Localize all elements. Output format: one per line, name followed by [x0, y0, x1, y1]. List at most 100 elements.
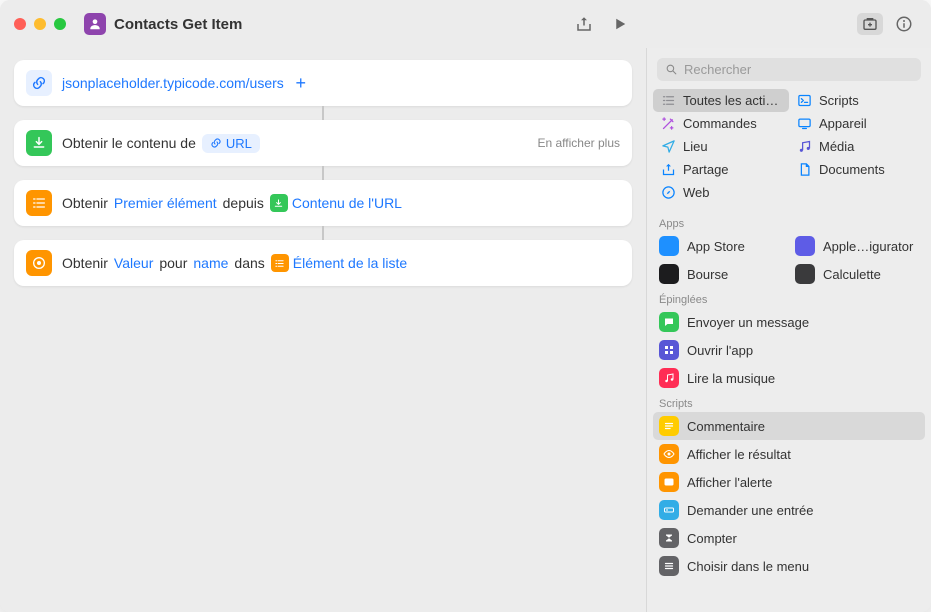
target-icon — [26, 250, 52, 276]
list-item-pill[interactable]: Élément de la liste — [271, 254, 407, 272]
action-url[interactable]: jsonplaceholder.typicode.com/users + — [14, 60, 632, 106]
in-label: dans — [234, 255, 264, 271]
item-label: Choisir dans le menu — [687, 559, 809, 574]
library-item[interactable]: Apple…igurator — [789, 232, 925, 260]
item-label: Demander une entrée — [687, 503, 813, 518]
connector — [322, 226, 324, 240]
list-icon — [26, 190, 52, 216]
category-label: Web — [683, 185, 710, 200]
item-label: App Store — [687, 239, 745, 254]
item-label: Ouvrir l'app — [687, 343, 753, 358]
from-label: depuis — [223, 195, 264, 211]
action-label: Obtenir — [62, 195, 108, 211]
app-icon — [659, 368, 679, 388]
category-documents[interactable]: Documents — [789, 158, 925, 181]
library-item[interactable]: Bourse — [653, 260, 789, 288]
connector — [322, 166, 324, 180]
category-label: Partage — [683, 162, 729, 177]
safari-icon — [661, 185, 676, 200]
list-icon — [661, 93, 676, 108]
library-item[interactable]: Calculette — [789, 260, 925, 288]
device-icon — [797, 116, 812, 131]
search-input[interactable] — [684, 62, 913, 77]
library-item[interactable]: Ouvrir l'app — [653, 336, 925, 364]
category-partage[interactable]: Partage — [653, 158, 789, 181]
category-toutes-les-acti-[interactable]: Toutes les acti… — [653, 89, 789, 112]
url-value[interactable]: jsonplaceholder.typicode.com/users — [62, 75, 284, 91]
item-label: Bourse — [687, 267, 728, 282]
minimize-window-button[interactable] — [34, 18, 46, 30]
location-icon — [661, 139, 676, 154]
list-icon — [271, 254, 289, 272]
library-item[interactable]: Compter — [653, 524, 925, 552]
category-label: Média — [819, 139, 854, 154]
category-lieu[interactable]: Lieu — [653, 135, 789, 158]
source-pill[interactable]: Contenu de l'URL — [270, 194, 402, 212]
library-add-button[interactable] — [857, 13, 883, 35]
action-label: Obtenir le contenu de — [62, 135, 196, 151]
section-scripts-label: Scripts — [647, 392, 931, 412]
app-icon — [659, 340, 679, 360]
library-item[interactable]: Envoyer un message — [653, 308, 925, 336]
share-icon — [661, 162, 676, 177]
action-label: Obtenir — [62, 255, 108, 271]
for-label: pour — [159, 255, 187, 271]
category-scripts[interactable]: Scripts — [789, 89, 925, 112]
category-label: Documents — [819, 162, 885, 177]
category-web[interactable]: Web — [653, 181, 789, 204]
library-item[interactable]: App Store — [653, 232, 789, 260]
app-icon — [659, 472, 679, 492]
action-get-value[interactable]: Obtenir Valeur pour name dans Élément de… — [14, 240, 632, 286]
wand-icon — [661, 116, 676, 131]
value-param[interactable]: Valeur — [114, 255, 153, 271]
close-window-button[interactable] — [14, 18, 26, 30]
app-icon — [659, 416, 679, 436]
app-window: Contacts Get Item jsonplaceholder.typico… — [0, 0, 931, 612]
category-grid: Toutes les acti… Scripts Commandes Appareil… — [647, 87, 931, 212]
link-icon — [26, 70, 52, 96]
item-label: Afficher l'alerte — [687, 475, 772, 490]
url-param-pill[interactable]: URL — [202, 134, 260, 153]
show-more-link[interactable]: En afficher plus — [538, 136, 621, 150]
script-icon — [797, 93, 812, 108]
library-item[interactable]: Choisir dans le menu — [653, 552, 925, 580]
key-param[interactable]: name — [193, 255, 228, 271]
item-label: Apple…igurator — [823, 239, 913, 254]
category-label: Commandes — [683, 116, 757, 131]
category-m-dia[interactable]: Média — [789, 135, 925, 158]
library-item[interactable]: Afficher l'alerte — [653, 468, 925, 496]
which-param[interactable]: Premier élément — [114, 195, 217, 211]
connector — [322, 106, 324, 120]
fullscreen-window-button[interactable] — [54, 18, 66, 30]
share-icon[interactable] — [575, 15, 593, 33]
run-icon[interactable] — [611, 15, 629, 33]
shortcut-app-icon — [84, 13, 106, 35]
action-get-item[interactable]: Obtenir Premier élément depuis Contenu d… — [14, 180, 632, 226]
app-icon — [659, 556, 679, 576]
category-commandes[interactable]: Commandes — [653, 112, 789, 135]
info-icon[interactable] — [895, 15, 913, 33]
category-label: Scripts — [819, 93, 859, 108]
download-icon — [270, 194, 288, 212]
add-url-button[interactable]: + — [290, 72, 312, 94]
app-icon — [659, 444, 679, 464]
action-get-contents[interactable]: Obtenir le contenu de URL En afficher pl… — [14, 120, 632, 166]
library-item[interactable]: Demander une entrée — [653, 496, 925, 524]
category-label: Toutes les acti… — [683, 93, 778, 108]
library-item[interactable]: Afficher le résultat — [653, 440, 925, 468]
traffic-lights — [14, 18, 66, 30]
library-item[interactable]: Lire la musique — [653, 364, 925, 392]
library-item[interactable]: Commentaire — [653, 412, 925, 440]
section-apps-label: Apps — [647, 212, 931, 232]
download-icon — [26, 130, 52, 156]
app-icon — [659, 500, 679, 520]
category-appareil[interactable]: Appareil — [789, 112, 925, 135]
search-field[interactable] — [657, 58, 921, 81]
workflow-canvas: jsonplaceholder.typicode.com/users + Obt… — [0, 48, 646, 612]
category-label: Lieu — [683, 139, 708, 154]
app-icon — [659, 312, 679, 332]
app-icon — [659, 236, 679, 256]
item-label: Calculette — [823, 267, 881, 282]
app-icon — [795, 264, 815, 284]
action-library-sidebar: Toutes les acti… Scripts Commandes Appareil… — [646, 48, 931, 612]
